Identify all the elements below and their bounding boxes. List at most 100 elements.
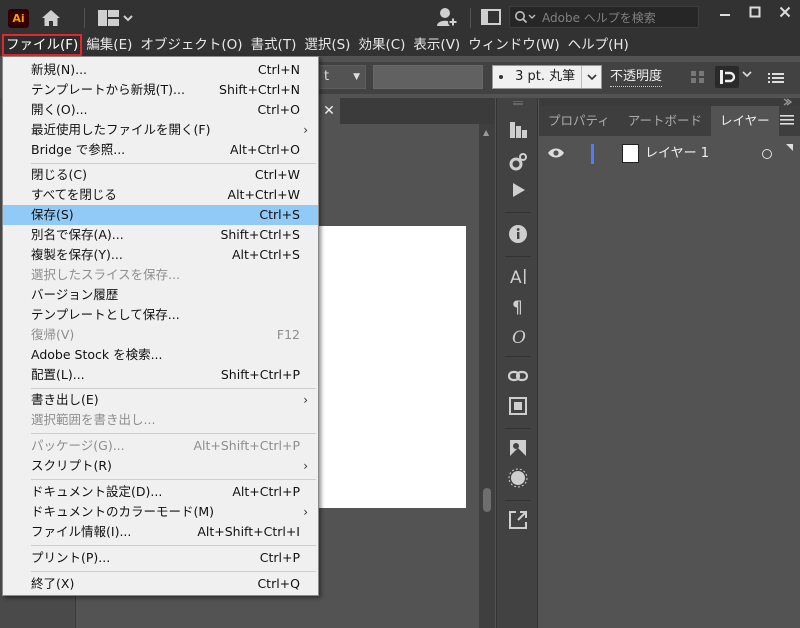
minimize-icon [720,14,730,16]
dock-divider [505,212,531,213]
file-menu-dropdown: 新規(N)... Ctrl+N テンプレートから新規(T)... Shift+Ctr… [2,56,319,596]
artboards-icon[interactable] [508,396,528,416]
minimize-button[interactable] [710,0,740,24]
vertical-scrollbar[interactable]: ▲ [479,124,495,628]
menu-item-browse-bridge[interactable]: Bridge で参照... Alt+Ctrl+O [3,140,318,160]
tab-layers[interactable]: レイヤー [711,106,779,136]
help-search-input[interactable]: Adobe ヘルプを検索 [509,6,699,28]
export-icon[interactable] [508,510,528,530]
artboard[interactable] [318,226,466,508]
menu-window[interactable]: ウィンドウ(W) [464,34,563,56]
search-icon [515,11,536,24]
menu-item-new[interactable]: 新規(N)... Ctrl+N [3,60,318,80]
appearance-icon[interactable] [508,468,528,488]
menu-item-exit[interactable]: 終了(X) Ctrl+Q [3,574,318,594]
recolor-grid-icon[interactable] [690,70,706,84]
svg-text:O: O [512,328,526,346]
asset-export-icon[interactable] [508,438,528,458]
menu-item-document-color-mode[interactable]: ドキュメントのカラーモード(M) › [3,502,318,522]
close-window-button[interactable] [770,0,800,24]
menu-item-print[interactable]: プリント(P)... Ctrl+P [3,548,318,568]
panel-tabs: プロパティ アートボード レイヤー [539,106,800,136]
menu-item-close-all[interactable]: すべてを閉じる Alt+Ctrl+W [3,185,318,205]
collapse-panel-icon[interactable] [782,98,792,106]
scrollbar-thumb[interactable] [483,488,491,512]
menu-separator [31,163,316,164]
dock-divider [505,428,531,429]
restore-icon [749,6,761,18]
opacity-link[interactable]: 不透明度 [610,65,663,87]
menu-item-file-info[interactable]: ファイル情報(I)... Alt+Shift+Ctrl+I [3,522,318,542]
menu-separator [31,479,316,480]
menu-item-save-as[interactable]: 別名で保存(A)... Shift+Ctrl+S [3,225,318,245]
menu-item-document-setup[interactable]: ドキュメント設定(D)... Alt+Ctrl+P [3,482,318,502]
play-actions-icon[interactable] [508,180,528,200]
share-user-icon[interactable] [435,6,459,28]
dock-divider [505,356,531,357]
align-button[interactable] [715,66,739,88]
arrange-documents-icon[interactable] [481,9,501,25]
layer-target-icon[interactable] [762,149,772,159]
panel-menu-icon[interactable] [780,114,794,126]
brush-definition-dropdown[interactable]: 3 pt. 丸筆 [492,65,602,89]
menu-item-scripts[interactable]: スクリプト(R) › [3,456,318,476]
menu-separator [31,433,316,434]
menu-type[interactable]: 書式(T) [247,34,301,56]
menu-item-close[interactable]: 閉じる(C) Ctrl+W [3,165,318,185]
menu-separator [31,571,316,572]
panel-header-strip [539,98,800,106]
tab-properties[interactable]: プロパティ [539,106,619,136]
options-list-icon[interactable] [768,71,784,85]
menu-item-open[interactable]: 開く(O)... Ctrl+O [3,100,318,120]
maximize-button[interactable] [740,0,770,24]
opentype-icon[interactable]: O [508,326,528,346]
brush-dot-icon [499,74,503,79]
fill-stroke-dropdown[interactable]: t ▼ [318,65,366,89]
menu-item-save-as-template[interactable]: テンプレートとして保存... [3,305,318,325]
layers-panel: プロパティ アートボード レイヤー レイヤー 1 [539,106,800,628]
layer-row[interactable]: レイヤー 1 [539,144,800,164]
dock-divider [505,500,531,501]
menu-select[interactable]: 選択(S) [300,34,354,56]
dropdown-value: t [324,69,330,84]
menu-item-save[interactable]: 保存(S) Ctrl+S [3,205,318,225]
collapse-icon[interactable] [513,101,523,105]
menu-item-save-selected-slices: 選択したスライスを保存... [31,267,181,282]
menu-item-open-recent[interactable]: 最近使用したファイルを開く(F) › [3,120,318,140]
eye-visibility-icon[interactable] [547,147,565,159]
menu-file[interactable]: ファイル(F) [2,34,83,56]
menu-help[interactable]: ヘルプ(H) [564,34,633,56]
toolbar-divider [84,8,85,28]
menu-object[interactable]: オブジェクト(O) [136,34,246,56]
menu-effect[interactable]: 効果(C) [354,34,409,56]
submenu-arrow-icon: › [303,459,308,473]
menu-item-new-from-template[interactable]: テンプレートから新規(T)... Shift+Ctrl+N [3,80,318,100]
menu-item-save-copy[interactable]: 複製を保存(Y)... Alt+Ctrl+S [3,245,318,265]
libraries-icon[interactable] [508,120,528,140]
search-placeholder: Adobe ヘルプを検索 [542,10,656,25]
toolbar-divider [470,8,471,28]
links-icon[interactable] [508,366,528,386]
workspace-switcher-icon[interactable] [98,9,138,27]
info-icon[interactable] [508,224,528,244]
layer-name[interactable]: レイヤー 1 [645,144,709,164]
stroke-weight-field[interactable] [373,65,483,89]
menu-item-version-history[interactable]: バージョン履歴 [3,285,318,305]
chevron-down-icon[interactable] [742,70,752,80]
menu-item-export[interactable]: 書き出し(E) › [3,390,318,410]
menu-view[interactable]: 表示(V) [409,34,464,56]
character-icon[interactable]: A [508,266,528,286]
menu-item-search-adobe-stock[interactable]: Adobe Stock を検索... [3,345,318,365]
tab-artboards[interactable]: アートボード [619,106,711,136]
paragraph-icon[interactable]: ¶ [508,296,528,316]
scroll-up-icon[interactable]: ▲ [483,128,489,137]
close-tab-button[interactable]: ✕ [318,98,340,124]
menu-separator [31,545,316,546]
home-icon[interactable] [41,8,61,28]
menu-item-place[interactable]: 配置(L)... Shift+Ctrl+P [3,365,318,385]
panel-icon-dock: A ¶ O [496,98,538,628]
layer-color-swatch [591,144,594,164]
menu-edit[interactable]: 編集(E) [82,34,136,56]
menu-item-package: パッケージ(G)... Alt+Shift+Ctrl+P [31,438,300,453]
gear-icon[interactable] [508,152,528,172]
